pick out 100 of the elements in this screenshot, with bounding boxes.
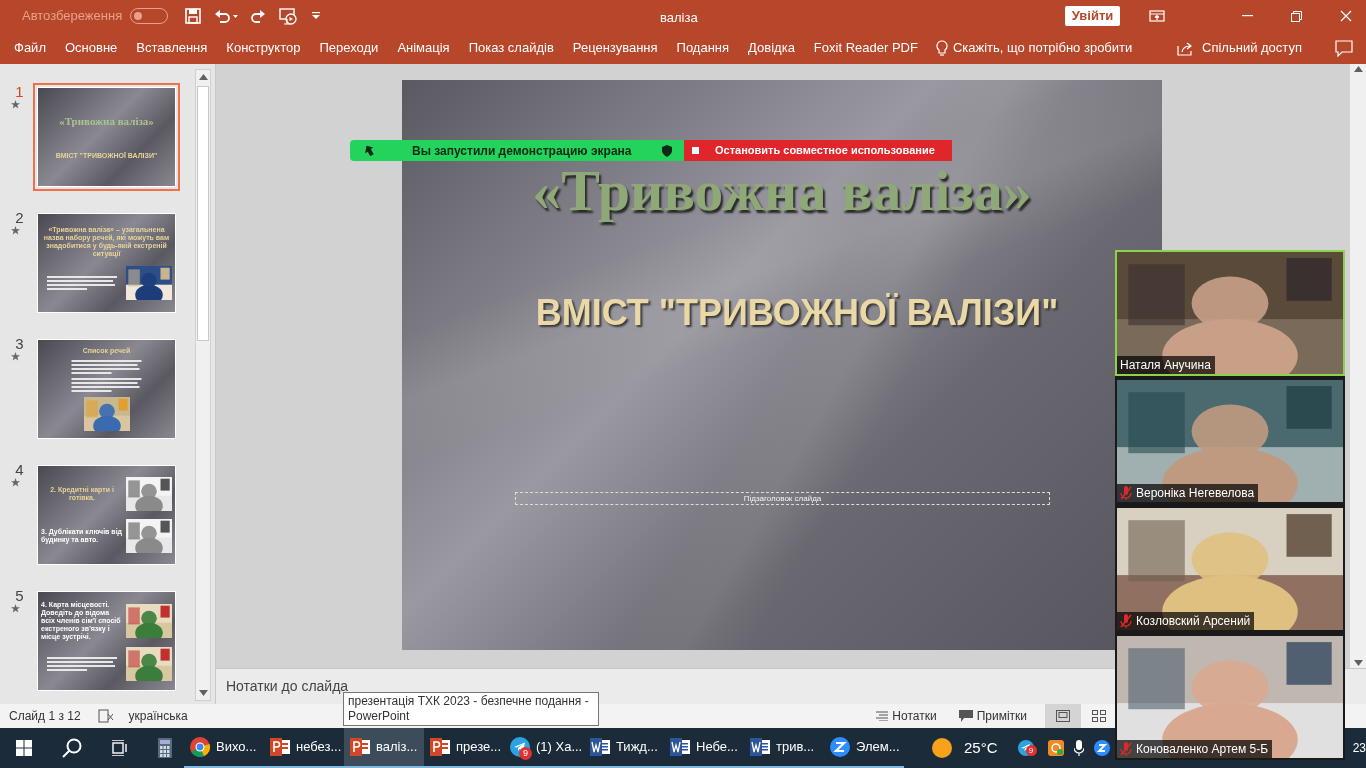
notification-badge: 9 xyxy=(1025,745,1037,756)
slide-number: 4 xyxy=(15,461,24,478)
app-label: Вихо... xyxy=(216,738,257,757)
scroll-up-icon[interactable] xyxy=(1353,66,1363,72)
sign-in-button[interactable]: Увійти xyxy=(1065,6,1120,26)
slide-number: 3 xyxy=(15,335,24,352)
participant-name: Коноваленко Артем 5-Б xyxy=(1136,741,1269,758)
powerpoint-icon xyxy=(430,737,450,757)
ribbon-display-icon[interactable] xyxy=(1149,10,1165,22)
slide-counter: Слайд 1 з 12 xyxy=(9,708,81,725)
taskbar-app-button[interactable]: Тижд... xyxy=(584,728,664,768)
animation-star-icon xyxy=(11,100,20,109)
word-icon xyxy=(670,737,690,757)
taskbar-app-button[interactable]: Небе... xyxy=(664,728,744,768)
shield-icon xyxy=(662,144,672,157)
search-icon[interactable] xyxy=(62,738,82,758)
app-label: трив... xyxy=(776,738,815,757)
slide-sorter-icon[interactable] xyxy=(1092,710,1106,722)
taskbar-app-button[interactable]: 9 (1) Ха... xyxy=(504,728,584,768)
task-view-icon[interactable] xyxy=(110,740,128,756)
app-label: небез... xyxy=(296,738,342,757)
word-icon xyxy=(590,737,610,757)
comments-button[interactable]: Примітки xyxy=(958,707,1027,725)
slide-number: 1 xyxy=(15,83,24,100)
ribbon-tab[interactable]: Довідка xyxy=(748,38,795,58)
ribbon-tab[interactable]: Вставлення xyxy=(136,38,208,58)
slide-number: 2 xyxy=(15,209,24,226)
participant-name: Козловский Арсений xyxy=(1136,613,1251,630)
participant-name: Вероніка Негевелова xyxy=(1136,485,1255,502)
stop-icon xyxy=(692,147,699,154)
scrollbar-thumb[interactable] xyxy=(197,86,209,341)
normal-view-icon xyxy=(1056,710,1070,722)
tell-me-field[interactable]: Скажіть, що потрібно зробити xyxy=(952,38,1133,58)
zoom-icon xyxy=(830,737,850,757)
participant-name: Наталя Анучина xyxy=(1120,357,1211,374)
placeholder-text: Підзаголовок слайда xyxy=(743,494,822,503)
clock: 23 xyxy=(1352,740,1366,757)
minimize-icon[interactable] xyxy=(1242,15,1253,17)
subtitle-placeholder[interactable]: Підзаголовок слайда xyxy=(515,492,1050,505)
redo-icon[interactable] xyxy=(250,8,267,24)
slideshow-icon[interactable] xyxy=(279,7,298,25)
customize-toolbar-icon[interactable] xyxy=(312,12,321,20)
ribbon-tab[interactable]: Рецензування xyxy=(572,38,658,58)
notification-badge: 9 xyxy=(519,747,532,760)
weather-temperature[interactable]: 25°C xyxy=(964,736,998,760)
stop-sharing-toast[interactable]: Остановить совместное использование xyxy=(684,140,952,161)
window-title: валіза xyxy=(660,9,698,27)
spellcheck-icon[interactable] xyxy=(97,709,114,723)
normal-view-button[interactable] xyxy=(1045,704,1081,728)
ribbon-tab[interactable]: Foxit Reader PDF xyxy=(813,38,918,58)
microphone-icon[interactable] xyxy=(1073,740,1084,756)
close-icon[interactable] xyxy=(1340,10,1352,22)
ribbon-tab[interactable]: Показ слайдів xyxy=(468,38,554,58)
ribbon-tab[interactable]: Основне xyxy=(64,38,118,58)
taskbar-app-button[interactable]: Элем... xyxy=(824,728,904,768)
powerpoint-icon xyxy=(350,737,370,757)
thumbnail-title: «Тривожна валіза» xyxy=(58,113,155,129)
ribbon-tab[interactable]: Подання xyxy=(676,38,730,58)
restore-icon[interactable] xyxy=(1291,10,1302,22)
autosave-label: Автозбереження xyxy=(22,7,123,26)
animation-star-icon xyxy=(11,478,20,487)
notes-button[interactable]: Нотатки xyxy=(874,707,939,725)
scroll-up-icon[interactable] xyxy=(198,74,208,80)
taskbar-app-button[interactable]: валіз... xyxy=(344,728,424,768)
chrome-icon xyxy=(190,737,210,757)
comments-icon[interactable] xyxy=(1335,39,1353,57)
share-icon[interactable] xyxy=(1177,40,1195,56)
animation-star-icon xyxy=(11,604,20,613)
sun-icon[interactable] xyxy=(932,738,952,758)
calculator-icon[interactable] xyxy=(158,738,172,758)
taskbar-app-button[interactable]: трив... xyxy=(744,728,824,768)
app-label: Тижд... xyxy=(616,738,658,757)
ribbon-tab[interactable]: Анімація xyxy=(397,38,450,58)
app-label: презе... xyxy=(456,738,502,757)
save-icon[interactable] xyxy=(185,8,202,24)
app-label: Элем... xyxy=(856,738,900,757)
taskbar-app-button[interactable]: презе... xyxy=(424,728,504,768)
language-indicator[interactable]: українська xyxy=(128,707,188,725)
word-icon xyxy=(750,737,770,757)
pin-arrow-icon xyxy=(364,145,374,156)
undo-icon[interactable] xyxy=(214,8,239,24)
app-label: (1) Ха... xyxy=(536,738,583,757)
zoom-icon[interactable] xyxy=(1093,740,1110,756)
windows-start-icon[interactable] xyxy=(16,740,32,756)
taskbar-app-button[interactable]: Вихо... xyxy=(184,728,264,768)
scroll-down-icon[interactable] xyxy=(1353,660,1363,666)
share-button[interactable]: Спільний доступ xyxy=(1202,38,1302,58)
share-status-text: Вы запустили демонстрацию экрана xyxy=(412,142,633,160)
notes-icon xyxy=(876,711,889,721)
animation-star-icon xyxy=(11,226,20,235)
comment-icon xyxy=(958,710,973,722)
animation-star-icon xyxy=(11,352,20,361)
ribbon-tab[interactable]: Переходи xyxy=(319,38,379,58)
slide-number: 5 xyxy=(15,587,24,604)
scroll-down-icon[interactable] xyxy=(198,690,208,696)
sync-icon[interactable] xyxy=(1047,740,1064,756)
ribbon-tab[interactable]: Файл xyxy=(14,38,46,58)
lightbulb-icon[interactable] xyxy=(935,39,948,57)
ribbon-tab[interactable]: Конструктор xyxy=(226,38,301,58)
app-label: валіз... xyxy=(376,738,418,757)
